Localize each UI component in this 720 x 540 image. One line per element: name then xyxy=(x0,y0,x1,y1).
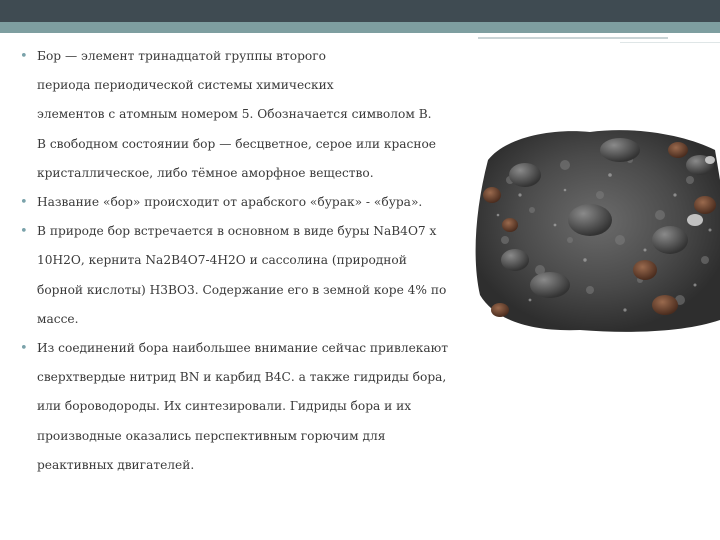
bullet-line: В свободном состоянии бор — бесцветное, … xyxy=(37,136,437,151)
bullet-line: или бороводороды. Их синтезировали. Гидр… xyxy=(37,399,412,414)
bullet-icon: • xyxy=(20,49,28,64)
bullet-line: периода периодической системы химических xyxy=(37,78,334,93)
bullet-line: кристаллическое, либо тёмное аморфное ве… xyxy=(37,165,374,180)
bullet-item: • В природе бор встречается в основном в… xyxy=(20,217,475,334)
bullet-item: • Из соединений бора наибольшее внимание… xyxy=(20,334,475,480)
bullet-item: • Название «бор» происходит от арабского… xyxy=(20,188,475,217)
bullet-line: Бор — элемент тринадцатой группы второго xyxy=(37,49,326,63)
bullet-line: массе. xyxy=(37,311,79,326)
bullet-line: 10Н2О, кернита Na2B4O7-4H2O и сассолина … xyxy=(37,253,407,268)
slide-body: • Бор — элемент тринадцатой группы второ… xyxy=(20,42,475,480)
bullet-icon: • xyxy=(20,341,28,357)
bullet-line: В природе бор встречается в основном в в… xyxy=(37,224,437,239)
bullet-line: Из соединений бора наибольшее внимание с… xyxy=(37,341,449,356)
header-band xyxy=(0,0,720,22)
bullet-icon: • xyxy=(20,195,28,211)
bullet-line: реактивных двигателей. xyxy=(37,457,195,472)
decorative-line xyxy=(620,42,720,43)
bullet-line: производные оказались перспективным горю… xyxy=(37,428,386,443)
bullet-line: борной кислоты) Н3ВО3. Содержание его в … xyxy=(37,282,447,297)
decorative-line xyxy=(478,37,668,39)
bullet-line: сверхтвердые нитрид BN и карбид В4С. а т… xyxy=(37,370,447,385)
bullet-line: Название «бор» происходит от арабского «… xyxy=(37,195,423,210)
boron-sample-photo xyxy=(475,130,720,332)
bullet-line: элементов с атомным номером 5. Обозначае… xyxy=(37,107,432,122)
bullet-icon: • xyxy=(20,224,28,240)
bullet-item: • Бор — элемент тринадцатой группы второ… xyxy=(20,42,475,188)
header-accent-strip xyxy=(0,22,720,33)
